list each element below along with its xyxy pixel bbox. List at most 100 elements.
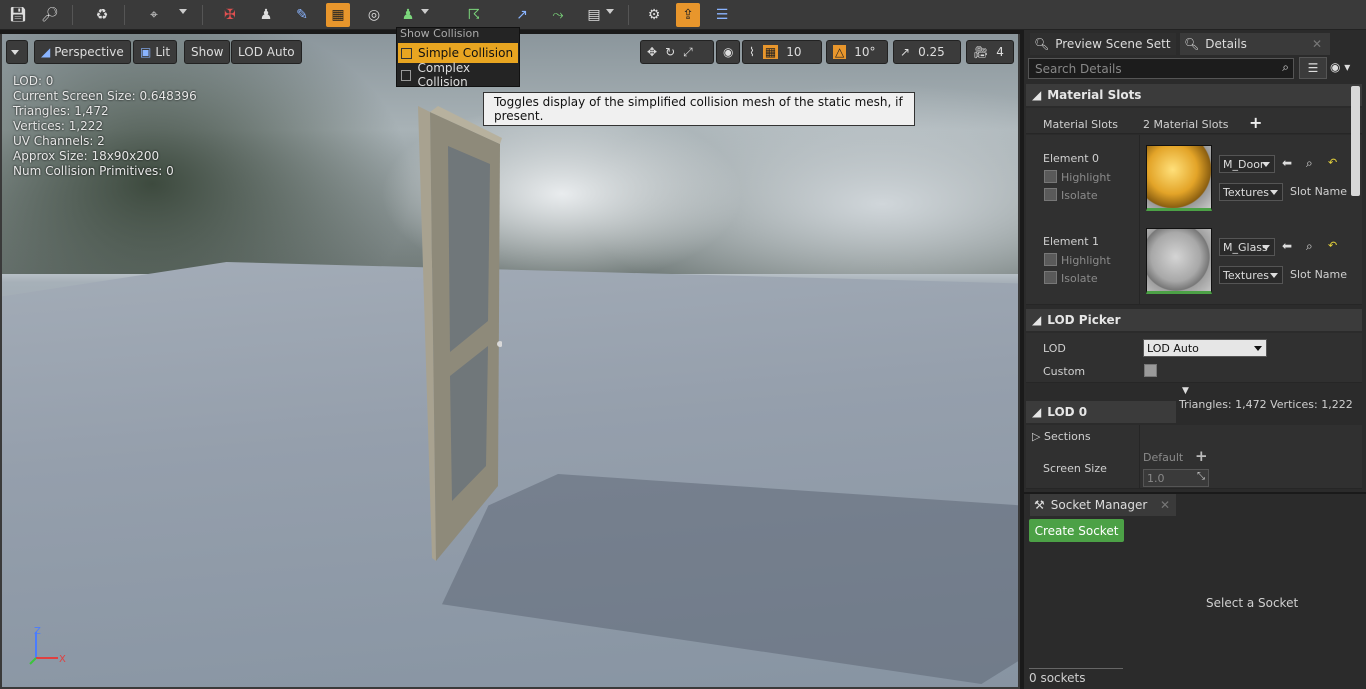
element-0-isolate-label: Isolate (1061, 189, 1098, 202)
expand-arrow-icon[interactable]: ▼ (1182, 386, 1189, 396)
scale-snap-value[interactable]: 0.25 (918, 45, 945, 59)
tab-socket-manager[interactable]: ⚒ Socket Manager ✕ (1030, 494, 1176, 516)
element-1-isolate-checkbox[interactable] (1044, 271, 1057, 284)
scale-icon[interactable]: ⤢ (683, 45, 693, 60)
element-1-isolate-label: Isolate (1061, 272, 1098, 285)
camera-icon[interactable]: ⌖ (142, 3, 166, 27)
tooltip: Toggles display of the simplified collis… (483, 92, 915, 126)
lit-button[interactable]: ▣ Lit (133, 40, 178, 64)
rotate-icon[interactable]: ↻ (665, 45, 675, 59)
element-0-highlight-checkbox[interactable] (1044, 170, 1057, 183)
element-0-isolate-checkbox[interactable] (1044, 188, 1057, 201)
section-lod-0[interactable]: ◢ LOD 0 (1026, 401, 1176, 423)
create-socket-button[interactable]: Create Socket (1029, 519, 1124, 542)
stat-uv-channels: UV Channels: 2 (13, 134, 105, 148)
sections-row[interactable]: ▷ Sections (1032, 430, 1091, 443)
element-1-textures-combo[interactable]: Textures (1219, 266, 1283, 284)
complex-collision-checkbox[interactable] (401, 69, 412, 81)
add-icon[interactable]: + (1249, 113, 1262, 132)
simple-collision-label: Simple Collision (418, 46, 514, 60)
section-material-slots[interactable]: ◢ Material Slots (1026, 84, 1362, 106)
tangents-icon[interactable]: ⤳ (546, 3, 570, 27)
chevron-down-icon[interactable] (606, 9, 614, 14)
use-selected-arrow-icon[interactable]: ⬅ (1282, 156, 1292, 170)
m-door-thumbnail[interactable] (1146, 145, 1212, 211)
paint-icon[interactable]: ✎ (290, 3, 314, 27)
camera-speed-value[interactable]: 4 (996, 45, 1004, 59)
screen-size-value: 1.0 (1147, 471, 1165, 485)
custom-checkbox[interactable] (1144, 364, 1157, 377)
camera-speed-icon[interactable]: 🎥︎ (973, 45, 988, 59)
rotation-snap-value[interactable]: 10° (854, 45, 875, 59)
chevron-down-icon (11, 49, 19, 55)
bones-icon[interactable]: ♟ (254, 3, 278, 27)
search-details-input[interactable]: Search Details ⌕ (1028, 58, 1294, 79)
element-1-highlight-checkbox[interactable] (1044, 253, 1057, 266)
viewport-options-button[interactable] (6, 40, 28, 64)
lod-auto-button[interactable]: LOD Auto (231, 40, 302, 64)
element-0-material-combo[interactable]: M_Door (1219, 155, 1275, 173)
element-1-label: Element 1 (1043, 235, 1100, 248)
save-icon[interactable]: 💾︎ (6, 3, 30, 27)
eye-icon[interactable]: ◉ ▾ (1330, 60, 1350, 74)
chevron-down-icon (1270, 190, 1278, 195)
menu-item-complex-collision[interactable]: Complex Collision (398, 61, 518, 89)
uv-icon[interactable]: ▤ (582, 3, 606, 27)
bounds-icon[interactable]: ◎ (362, 3, 386, 27)
collision-icon[interactable]: ♟ (396, 3, 420, 27)
show-button[interactable]: Show (184, 40, 231, 64)
pivot-icon[interactable]: ☈ (462, 3, 486, 27)
reimport-icon[interactable]: ♻︎ (90, 3, 114, 27)
find-in-browser-icon[interactable]: 🔎︎ (38, 3, 62, 27)
section-lod-picker[interactable]: ◢ LOD Picker (1026, 309, 1362, 331)
sockets-icon[interactable]: ✠ (218, 3, 242, 27)
m-glass-thumbnail[interactable] (1146, 228, 1212, 294)
chevron-down-icon[interactable] (179, 9, 187, 14)
reset-icon[interactable]: ↶ (1328, 156, 1337, 169)
scale-snap-icon[interactable]: ↗ (900, 45, 910, 59)
lod-picker-combo[interactable]: LOD Auto (1143, 339, 1267, 357)
grid-snap-icon[interactable]: ▦ (762, 45, 779, 59)
use-selected-arrow-icon[interactable]: ⬅ (1282, 239, 1292, 253)
search-icon: ⌕ (1282, 60, 1289, 74)
rotation-snap-icon[interactable]: △ (833, 45, 847, 59)
tab-preview-scene-settings[interactable]: 🔍︎ Preview Scene Sett (1030, 33, 1176, 55)
grid-icon[interactable]: ▦ (326, 3, 350, 27)
details-scrollbar[interactable] (1351, 86, 1360, 196)
camera-speed-group[interactable]: 🎥︎ 4 (966, 40, 1014, 64)
browse-search-icon[interactable]: ⌕ (1306, 156, 1313, 171)
scale-snap-group[interactable]: ↗ 0.25 (893, 40, 961, 64)
normals-icon[interactable]: ↗ (510, 3, 534, 27)
chevron-down-icon (1262, 162, 1270, 167)
menu-item-simple-collision[interactable]: Simple Collision (398, 43, 518, 63)
close-icon[interactable]: ✕ (1312, 37, 1322, 51)
add-icon[interactable]: + (1195, 447, 1208, 465)
grid-snap-value[interactable]: 10 (786, 45, 801, 59)
perspective-button[interactable]: ◢ Perspective (34, 40, 131, 64)
upload-icon[interactable]: ⇪ (676, 3, 700, 27)
collapse-arrow-icon: ◢ (1032, 405, 1042, 419)
move-icon[interactable]: ✥ (647, 45, 657, 59)
property-matrix-icon[interactable]: ☰ (1299, 57, 1327, 79)
cube-icon: ▣ (140, 45, 152, 59)
show-label: Show (191, 45, 224, 59)
chevron-down-icon[interactable] (421, 9, 429, 14)
grid-snap-group[interactable]: ⌇ ▦ 10 (742, 40, 822, 64)
screen-size-input[interactable]: 1.0 ⤡ (1143, 469, 1209, 487)
additional-icon[interactable]: ⚙ (642, 3, 666, 27)
close-icon[interactable]: ✕ (1160, 498, 1170, 512)
screen-size-default-label: Default (1143, 451, 1184, 464)
surface-snap-icon[interactable]: ⌇ (749, 45, 755, 59)
element-0-textures-combo[interactable]: Textures (1219, 183, 1283, 201)
layers-icon[interactable]: ☰ (710, 3, 734, 27)
transform-tools[interactable]: ✥ ↻ ⤢ (640, 40, 714, 64)
browse-search-icon[interactable]: ⌕ (1306, 239, 1313, 254)
reset-icon[interactable]: ↶ (1328, 239, 1337, 252)
rotation-snap-group[interactable]: △ 10° (826, 40, 888, 64)
tab-details[interactable]: 🔍︎ Details ✕ (1180, 33, 1330, 55)
simple-collision-checkbox[interactable] (401, 47, 412, 59)
element-0-highlight-label: Highlight (1061, 171, 1111, 184)
world-local-icon[interactable]: ◉ (716, 40, 740, 64)
element-1-slot-name: Slot Name (1290, 268, 1348, 281)
element-1-material-combo[interactable]: M_Glass (1219, 238, 1275, 256)
